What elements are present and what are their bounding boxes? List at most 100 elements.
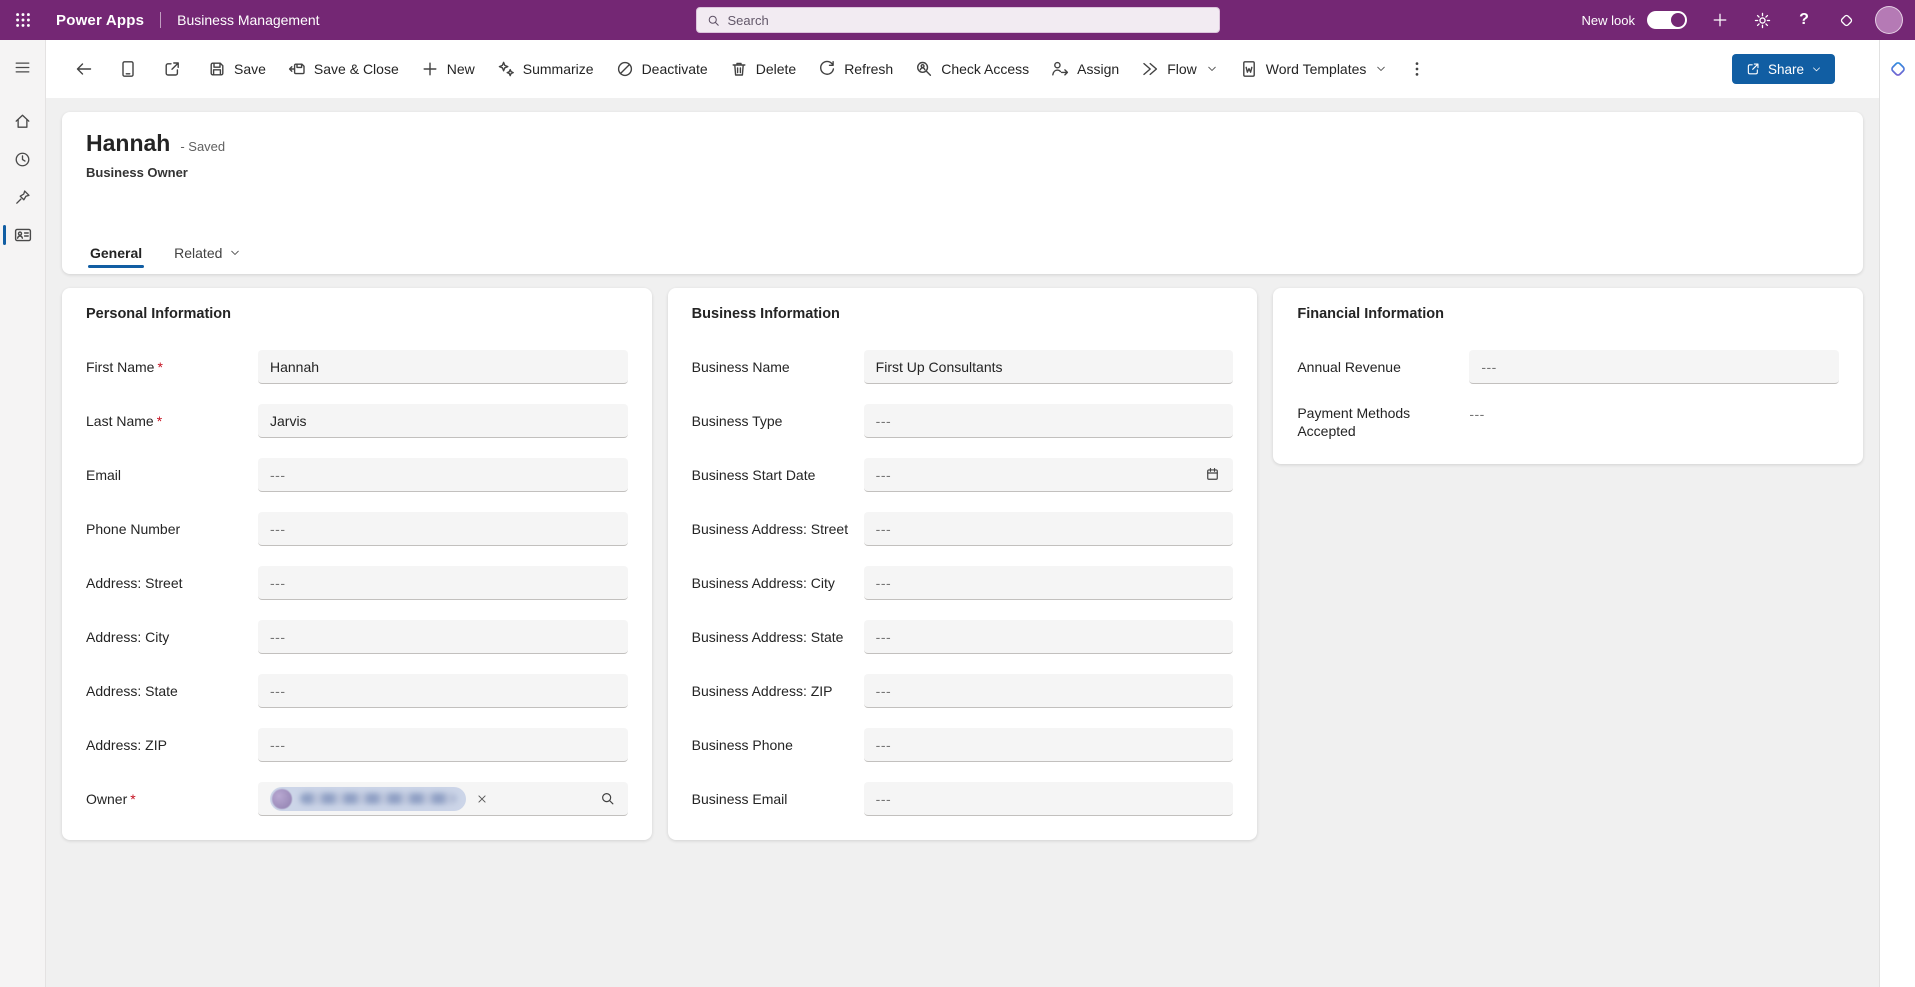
address-state-input[interactable]: --- [258,674,628,708]
field-value: --- [876,737,892,753]
remove-owner-button[interactable] [475,792,489,806]
check-access-label: Check Access [941,61,1029,77]
last-name-input[interactable]: Jarvis [258,404,628,438]
account-avatar[interactable] [1875,6,1903,34]
global-search[interactable] [696,7,1220,33]
check-access-button[interactable]: Check Access [905,52,1038,86]
flow-button[interactable]: Flow [1131,52,1227,86]
owner-lookup-input[interactable] [258,782,628,816]
sitemap-menu-button[interactable] [0,48,46,86]
deactivate-button[interactable]: Deactivate [606,52,717,86]
field-value: --- [270,575,286,591]
date-picker-button[interactable] [1196,466,1221,483]
owner-search-button[interactable] [591,790,616,807]
financial-information-section: Financial Information Annual Revenue ---… [1273,288,1863,464]
summarize-label: Summarize [523,61,594,77]
share-button[interactable]: Share [1732,54,1835,84]
help-button[interactable]: ? [1787,2,1821,38]
save-label: Save [234,61,266,77]
required-marker: * [130,791,135,807]
address-city-input[interactable]: --- [258,620,628,654]
app-name[interactable]: Business Management [177,12,319,28]
popout-button[interactable] [154,52,190,86]
field-first-name: First Name* Hannah [86,350,628,384]
email-input[interactable]: --- [258,458,628,492]
search-icon [706,13,721,28]
new-button[interactable]: New [411,52,484,86]
field-label: Business Phone [692,736,864,754]
copilot-icon [1837,11,1856,30]
field-label-text: Last Name [86,413,154,429]
delete-button[interactable]: Delete [720,52,805,86]
toggle-knob [1671,13,1685,27]
form-selector-button[interactable] [110,52,146,86]
field-label: Address: State [86,682,258,700]
form-tabs: General Related [86,245,1839,274]
share-icon [1745,61,1761,77]
record-save-status: - Saved [180,139,225,154]
field-label-text: Business Email [692,791,788,807]
field-label-text: Address: City [86,629,169,645]
brand-title[interactable]: Power Apps [56,12,144,29]
copilot-button[interactable] [1829,2,1863,38]
business-type-input[interactable]: --- [864,404,1234,438]
business-address-city-input[interactable]: --- [864,566,1234,600]
tab-general[interactable]: General [88,245,144,274]
owner-avatar [272,789,292,809]
business-address-street-input[interactable]: --- [864,512,1234,546]
field-business-type: Business Type --- [692,404,1234,438]
owner-lookup-pill[interactable] [270,787,466,811]
back-button[interactable] [66,52,102,86]
business-phone-input[interactable]: --- [864,728,1234,762]
summarize-button[interactable]: Summarize [487,52,603,86]
left-sidebar [0,40,46,987]
field-business-address-street: Business Address: Street --- [692,512,1234,546]
save-and-close-button[interactable]: Save & Close [278,52,408,86]
sidebar-item-pinned[interactable] [0,178,46,216]
field-label-text: Address: State [86,683,178,699]
new-look-toggle[interactable] [1647,11,1687,29]
field-label-text: First Name [86,359,154,375]
annual-revenue-input[interactable]: --- [1469,350,1839,384]
business-email-input[interactable]: --- [864,782,1234,816]
address-zip-input[interactable]: --- [258,728,628,762]
copilot-pane-button[interactable] [1887,58,1909,80]
field-label-text: Business Start Date [692,467,816,483]
first-name-input[interactable]: Hannah [258,350,628,384]
search-input[interactable] [728,13,1210,28]
more-vertical-icon [1407,59,1427,79]
word-templates-button[interactable]: Word Templates [1230,52,1397,86]
sidebar-item-home[interactable] [0,102,46,140]
field-business-phone: Business Phone --- [692,728,1234,762]
more-commands-button[interactable] [1399,52,1435,86]
sidebar-item-recent[interactable] [0,140,46,178]
phone-number-input[interactable]: --- [258,512,628,546]
business-start-date-input[interactable]: --- [864,458,1234,492]
sidebar-item-business-owners[interactable] [0,216,46,254]
refresh-button[interactable]: Refresh [808,52,902,86]
field-value: --- [876,467,892,483]
app-launcher-button[interactable] [0,0,46,40]
business-information-section: Business Information Business Name First… [668,288,1258,840]
field-label: Business Address: ZIP [692,682,864,700]
calendar-icon [1204,466,1221,483]
settings-button[interactable] [1745,2,1779,38]
business-address-state-input[interactable]: --- [864,620,1234,654]
save-button[interactable]: Save [198,52,275,86]
field-label-text: Business Phone [692,737,793,753]
field-value: --- [270,521,286,537]
payment-methods-value[interactable]: --- [1469,404,1839,422]
address-street-input[interactable]: --- [258,566,628,600]
tab-related[interactable]: Related [172,245,243,274]
assign-button[interactable]: Assign [1041,52,1128,86]
field-business-name: Business Name First Up Consultants [692,350,1234,384]
gear-icon [1753,11,1772,30]
quick-create-button[interactable] [1703,2,1737,38]
entity-record-icon [13,225,33,245]
business-name-input[interactable]: First Up Consultants [864,350,1234,384]
chevron-down-icon [229,247,241,259]
plus-icon [420,59,440,79]
business-address-zip-input[interactable]: --- [864,674,1234,708]
help-icon: ? [1799,11,1809,29]
field-label-text: Payment Methods Accepted [1297,405,1410,439]
